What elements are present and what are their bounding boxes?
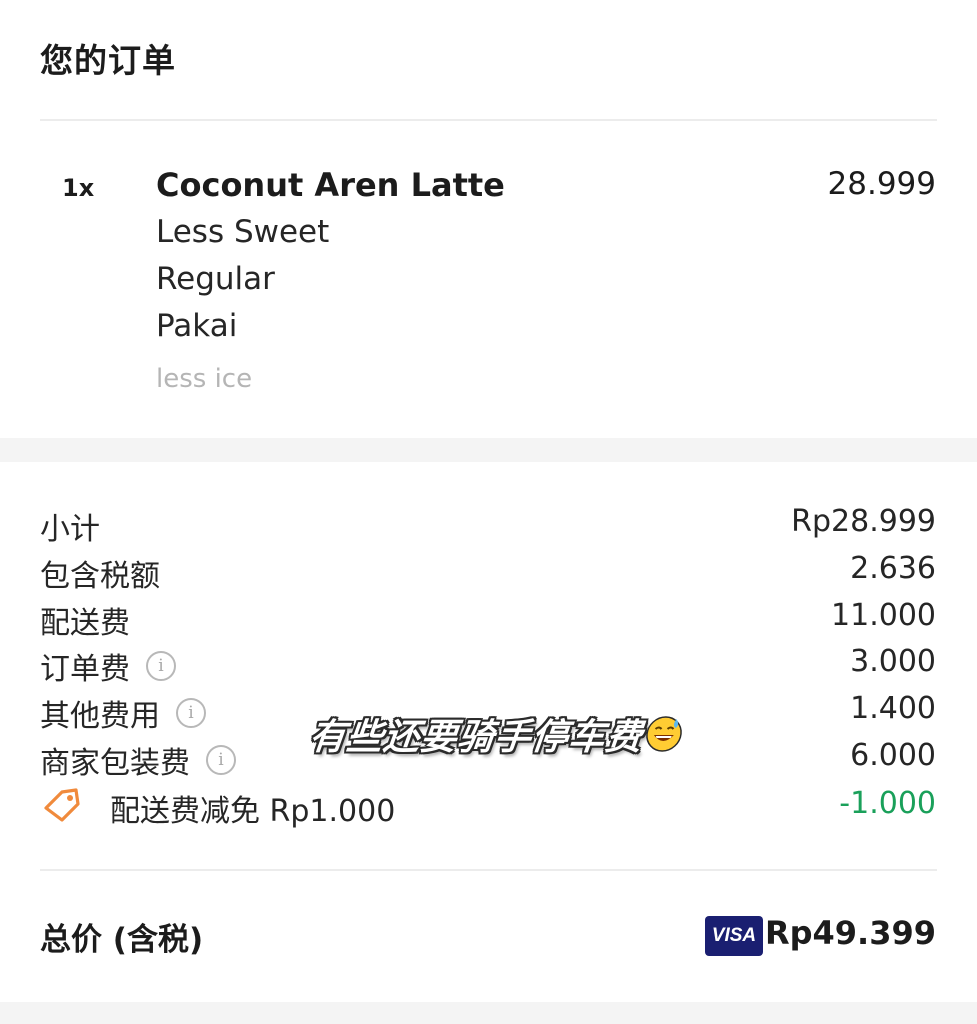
item-option: Pakai xyxy=(156,308,238,344)
order-summary-page: 您的订单 1x Coconut Aren Latte 28.999 Less S… xyxy=(0,0,977,1024)
section-separator xyxy=(0,1002,977,1024)
tax-value: 2.636 xyxy=(850,551,936,586)
subtotal-value: Rp28.999 xyxy=(791,504,936,539)
item-option: Regular xyxy=(156,261,275,297)
total-value: Rp49.399 xyxy=(764,914,936,952)
item-price: 28.999 xyxy=(827,166,936,202)
total-label: 总价 (含税) xyxy=(40,922,204,958)
order-fee-value: 3.000 xyxy=(850,644,936,679)
visa-payment-badge[interactable]: VISA xyxy=(705,916,763,956)
other-fee-label: 其他费用 i xyxy=(40,691,206,735)
page-title: 您的订单 xyxy=(40,41,176,80)
packaging-fee-value: 6.000 xyxy=(850,738,936,773)
sticker-text: 有些还要骑手停车费 xyxy=(307,717,645,758)
packaging-fee-label: 商家包装费 i xyxy=(40,738,236,782)
info-icon[interactable]: i xyxy=(176,698,206,728)
item-name: Coconut Aren Latte xyxy=(156,166,505,204)
info-icon[interactable]: i xyxy=(206,745,236,775)
item-option: Less Sweet xyxy=(156,214,330,250)
item-note: less ice xyxy=(156,364,253,394)
order-fee-label: 订单费 i xyxy=(40,644,176,688)
tax-label: 包含税额 xyxy=(40,559,160,594)
sticker-caption: 有些还要骑手停车费 xyxy=(307,708,685,760)
info-icon[interactable]: i xyxy=(146,651,176,681)
sweat-smile-emoji xyxy=(646,716,682,752)
subtotal-label: 小计 xyxy=(40,512,100,547)
other-fee-value: 1.400 xyxy=(850,691,936,726)
section-separator xyxy=(0,438,977,462)
tag-icon xyxy=(44,788,80,822)
divider xyxy=(40,869,937,871)
divider xyxy=(40,119,937,121)
discount-value: -1.000 xyxy=(839,786,936,821)
delivery-fee-value: 11.000 xyxy=(831,598,936,633)
delivery-fee-label: 配送费 xyxy=(40,606,130,641)
item-quantity: 1x xyxy=(62,174,95,202)
discount-label: 配送费减免 Rp1.000 xyxy=(110,794,396,829)
